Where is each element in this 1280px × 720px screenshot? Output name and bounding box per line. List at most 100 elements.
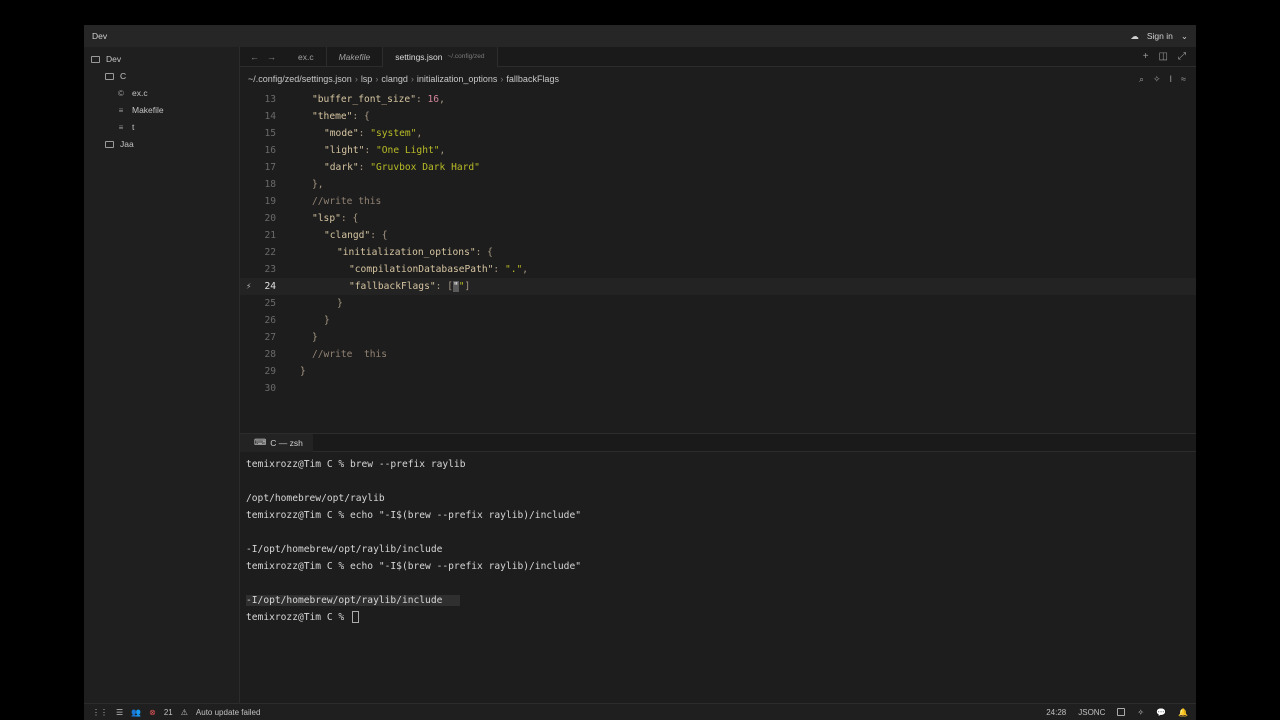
line-number: 28 [264,349,276,360]
file-lines-icon: ≡ [118,122,124,132]
sparkle-icon[interactable]: ✧ [1153,74,1161,85]
tree-item-label: ex.c [132,88,148,98]
line-number: 25 [264,298,276,309]
editor-area: ← → ex.c Makefile settings.json ~/.confi… [240,46,1196,703]
terminal-icon: ⌨ [254,437,267,447]
json-value: "One Light" [376,145,440,156]
json-value: 16 [427,94,440,105]
tab-label: Makefile [338,51,371,62]
language-selector[interactable]: JSONC [1078,708,1105,717]
code-line: 13 "buffer_font_size": 16, [240,91,1196,108]
tree-item-jaa-folder[interactable]: Jaa [104,136,134,152]
tab-settings-json[interactable]: settings.json ~/.config/zed [383,46,498,67]
json-value: "system" [370,128,417,139]
sign-in-button[interactable]: Sign in [1147,31,1173,41]
code-line-current: ⚡ 24 "fallbackFlags": [""] [240,278,1196,295]
line-number: 18 [264,179,276,190]
breadcrumb-item[interactable]: ~/.config/zed/settings.json [248,74,352,84]
folder-icon [104,71,114,81]
json-value: "Gruvbox Dark Hard" [370,162,480,173]
code-line: 19 //write this [240,193,1196,210]
back-arrow-icon[interactable]: ← [250,52,259,62]
breadcrumb-item[interactable]: clangd [381,74,408,84]
maximize-icon[interactable]: ⤢ [1178,51,1186,62]
terminal-line: temixrozz@Tim C % echo "-I$(brew --prefi… [246,561,582,572]
terminal-tab-label: C — zsh [270,437,303,448]
title-bar: Dev ☁ Sign in ⌄ [84,25,1196,47]
code-line: 18 }, [240,176,1196,193]
terminal-tab[interactable]: ⌨ C — zsh [240,433,313,452]
line-number: 27 [264,332,276,343]
code-line: 26 } [240,312,1196,329]
json-key: "compilationDatabasePath" [349,264,494,275]
json-key: "mode" [324,128,359,139]
code-line: 22 "initialization_options": { [240,244,1196,261]
code-line: 25 } [240,295,1196,312]
line-number: 14 [264,111,276,122]
status-bar: ⋮⋮ ☰ 👥 ⊗ 21 ⚠ Auto update failed 24:28 J… [84,703,1196,720]
project-panel: Dev C © ex.c ≡ Makefile ≡ t Jaa [84,47,240,703]
notification-icon[interactable]: 🔔 [1178,708,1188,717]
line-number: 15 [264,128,276,139]
code-line: 29 } [240,363,1196,380]
tree-item-t[interactable]: ≡ t [116,119,135,135]
collab-icon[interactable]: 👥 [131,708,141,717]
split-pane-icon[interactable]: ◫ [1159,51,1168,62]
terminal-toggle-icon[interactable] [1117,708,1126,716]
assistant-icon[interactable]: ✧ [1137,708,1144,717]
code-line: 15 "mode": "system", [240,125,1196,142]
error-count[interactable]: 21 [164,708,173,717]
terminal-panel: ⌨ C — zsh temixrozz@Tim C % brew --prefi… [240,433,1196,703]
tree-item-label: t [132,122,135,132]
panel-toggle-icon[interactable]: ⋮⋮ [92,708,108,717]
code-line: 21 "clangd": { [240,227,1196,244]
json-key: "lsp" [312,213,341,224]
line-number: 19 [264,196,276,207]
chevron-down-icon[interactable]: ⌄ [1181,31,1188,42]
warning-icon: ⚠ [180,707,188,717]
line-number: 17 [264,162,276,173]
search-icon[interactable]: ⌕ [1139,74,1144,85]
code-editor[interactable]: 13 "buffer_font_size": 16, 14 "theme": {… [240,91,1196,411]
tree-item-makefile[interactable]: ≡ Makefile [116,102,164,118]
tree-item-label: Jaa [120,139,134,149]
terminal-cursor [351,611,359,623]
code-line: 20 "lsp": { [240,210,1196,227]
project-name[interactable]: Dev [92,31,107,41]
cursor-position[interactable]: 24:28 [1046,708,1066,717]
tab-ex-c[interactable]: ex.c [286,46,327,67]
breadcrumb-item[interactable]: lsp [361,74,373,84]
error-icon[interactable]: ⊗ [149,708,156,717]
code-line: 23 "compilationDatabasePath": ".", [240,261,1196,278]
tree-item-root[interactable]: Dev [90,51,121,67]
tree-item-ex-c[interactable]: © ex.c [116,85,148,101]
tab-label: settings.json [395,51,443,62]
line-number: 13 [264,94,276,105]
tree-item-c-folder[interactable]: C [104,68,126,84]
code-line: 28 //write this [240,346,1196,363]
terminal-output[interactable]: temixrozz@Tim C % brew --prefix raylib /… [246,456,581,626]
tab-label: ex.c [298,51,314,62]
json-key: "fallbackFlags" [349,281,436,292]
tab-bar: ← → ex.c Makefile settings.json ~/.confi… [240,46,1196,67]
json-key: "light" [324,145,365,156]
code-comment: //write this [312,196,382,207]
breadcrumb-item[interactable]: initialization_options [417,74,498,84]
chat-icon[interactable]: 💬 [1156,708,1166,717]
breadcrumb: ~/.config/zed/settings.json › lsp › clangd… [248,73,1186,85]
settings-sliders-icon[interactable]: ≈ [1181,74,1186,85]
breadcrumb-item[interactable]: fallbackFlags [506,74,559,84]
terminal-line: temixrozz@Tim C % echo "-I$(brew --prefi… [246,510,582,521]
outline-icon[interactable]: ☰ [116,708,123,717]
json-key: "buffer_font_size" [312,94,416,105]
code-comment: //write this [312,349,388,360]
forward-arrow-icon[interactable]: → [267,52,276,62]
json-value: "." [504,264,523,275]
tab-makefile[interactable]: Makefile [327,46,384,67]
lightning-bolt-icon[interactable]: ⚡ [246,282,251,292]
plus-icon[interactable]: + [1143,51,1149,62]
line-number: 20 [264,213,276,224]
status-message[interactable]: Auto update failed [196,708,261,717]
text-cursor-icon[interactable]: I [1170,74,1173,85]
